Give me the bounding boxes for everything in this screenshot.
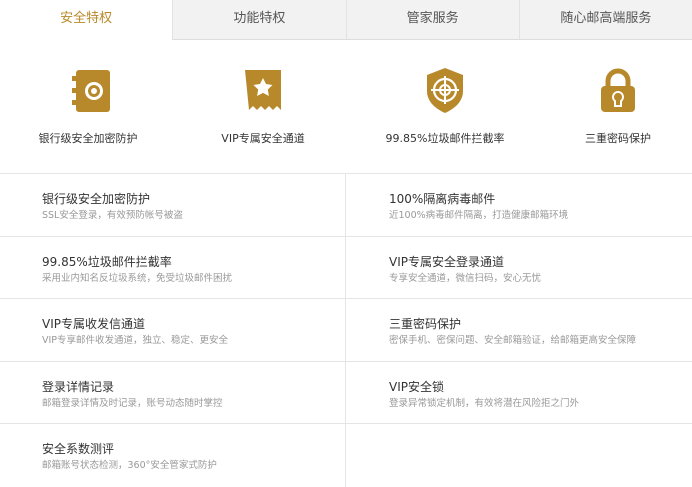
privilege-item: VIP安全锁登录异常锁定机制，有效将潜在风险拒之门外 — [345, 361, 692, 423]
item-desc: 近100%病毒邮件隔离，打造健康邮箱环境 — [389, 210, 569, 221]
tab-bar: 安全特权 功能特权 管家服务 随心邮高端服务 — [0, 0, 692, 40]
shield-target-icon — [427, 68, 463, 113]
item-title: 登录详情记录 — [42, 379, 115, 394]
lock-icon — [601, 68, 635, 112]
privilege-grid: 银行级安全加密防护 SSL安全登录，有效预防帐号被盗 100%隔离病毒邮件近100… — [0, 173, 692, 487]
privilege-item: 100%隔离病毒邮件近100%病毒邮件隔离，打造健康邮箱环境 — [345, 174, 692, 236]
item-desc: 密保手机、密保问题、安全邮箱验证，给邮箱更高安全保障 — [389, 335, 637, 346]
item-desc: VIP专享邮件收发通道，独立、稳定、更安全 — [42, 335, 229, 346]
table-row: 登录详情记录邮箱登录详情及时记录，账号动态随时掌控 VIP安全锁登录异常锁定机制… — [0, 361, 692, 424]
item-desc: 专享安全通道，微信扫码，安心无忧 — [389, 272, 542, 284]
safe-icon — [72, 70, 110, 112]
tab-feature-privileges[interactable]: 功能特权 — [172, 0, 346, 40]
privilege-item: VIP专属收发信通道 VIP专享邮件收发通道，独立、稳定、更安全 — [0, 299, 345, 361]
item-title: VIP专属安全登录通道 — [389, 254, 504, 269]
item-desc: 邮箱账号状态检测，360°安全管家式防护 — [42, 460, 217, 471]
item-title: 三重密码保护 — [389, 317, 462, 331]
item-title: VIP专属收发信通道 — [42, 317, 145, 331]
item-desc: SSL安全登录，有效预防帐号被盗 — [42, 210, 183, 221]
item-title: 99.85%垃圾邮件拦截率 — [42, 254, 172, 269]
privilege-item: VIP专属安全登录通道专享安全通道，微信扫码，安心无忧 — [345, 236, 692, 298]
empty-cell — [345, 424, 692, 487]
table-row: 99.85%垃圾邮件拦截率采用业内知名反垃圾系统，免受垃圾邮件困扰 VIP专属安… — [0, 236, 692, 299]
privilege-item: 银行级安全加密防护 SSL安全登录，有效预防帐号被盗 — [0, 174, 345, 236]
tab-security-privileges[interactable]: 安全特权 — [0, 0, 173, 40]
feature-label: 银行级安全加密防护 — [38, 132, 138, 145]
item-title: 银行级安全加密防护 — [42, 192, 151, 206]
item-title: 100%隔离病毒邮件 — [389, 192, 496, 206]
feature-spam-block: 99.85%垃圾邮件拦截率 — [365, 66, 525, 146]
feature-label: 三重密码保护 — [585, 132, 651, 145]
item-desc: 采用业内知名反垃圾系统，免受垃圾邮件困扰 — [42, 272, 233, 284]
tab-premium-service[interactable]: 随心邮高端服务 — [518, 0, 692, 40]
feature-bank-encryption: 银行级安全加密防护 — [8, 66, 168, 146]
item-desc: 登录异常锁定机制，有效将潜在风险拒之门外 — [389, 397, 580, 409]
item-title: 安全系数测评 — [42, 442, 115, 456]
vip-ticket-icon — [245, 70, 281, 110]
feature-label: 99.85%垃圾邮件拦截率 — [385, 132, 505, 145]
table-row: 安全系数测评邮箱账号状态检测，360°安全管家式防护 — [0, 424, 692, 487]
table-row: VIP专属收发信通道 VIP专享邮件收发通道，独立、稳定、更安全 三重密码保护密保… — [0, 299, 692, 362]
table-row: 银行级安全加密防护 SSL安全登录，有效预防帐号被盗 100%隔离病毒邮件近100… — [0, 174, 692, 237]
tab-butler-service[interactable]: 管家服务 — [345, 0, 519, 40]
privilege-item: 安全系数测评邮箱账号状态检测，360°安全管家式防护 — [0, 424, 345, 487]
feature-triple-password: 三重密码保护 — [538, 66, 692, 146]
feature-vip-channel: VIP专属安全通道 — [183, 66, 343, 146]
item-title: VIP安全锁 — [389, 379, 444, 394]
privilege-item: 99.85%垃圾邮件拦截率采用业内知名反垃圾系统，免受垃圾邮件困扰 — [0, 237, 345, 299]
privilege-item: 三重密码保护密保手机、密保问题、安全邮箱验证，给邮箱更高安全保障 — [345, 299, 692, 361]
feature-label: VIP专属安全通道 — [221, 132, 305, 145]
privilege-item: 登录详情记录邮箱登录详情及时记录，账号动态随时掌控 — [0, 362, 345, 424]
item-desc: 邮箱登录详情及时记录，账号动态随时掌控 — [42, 397, 223, 409]
